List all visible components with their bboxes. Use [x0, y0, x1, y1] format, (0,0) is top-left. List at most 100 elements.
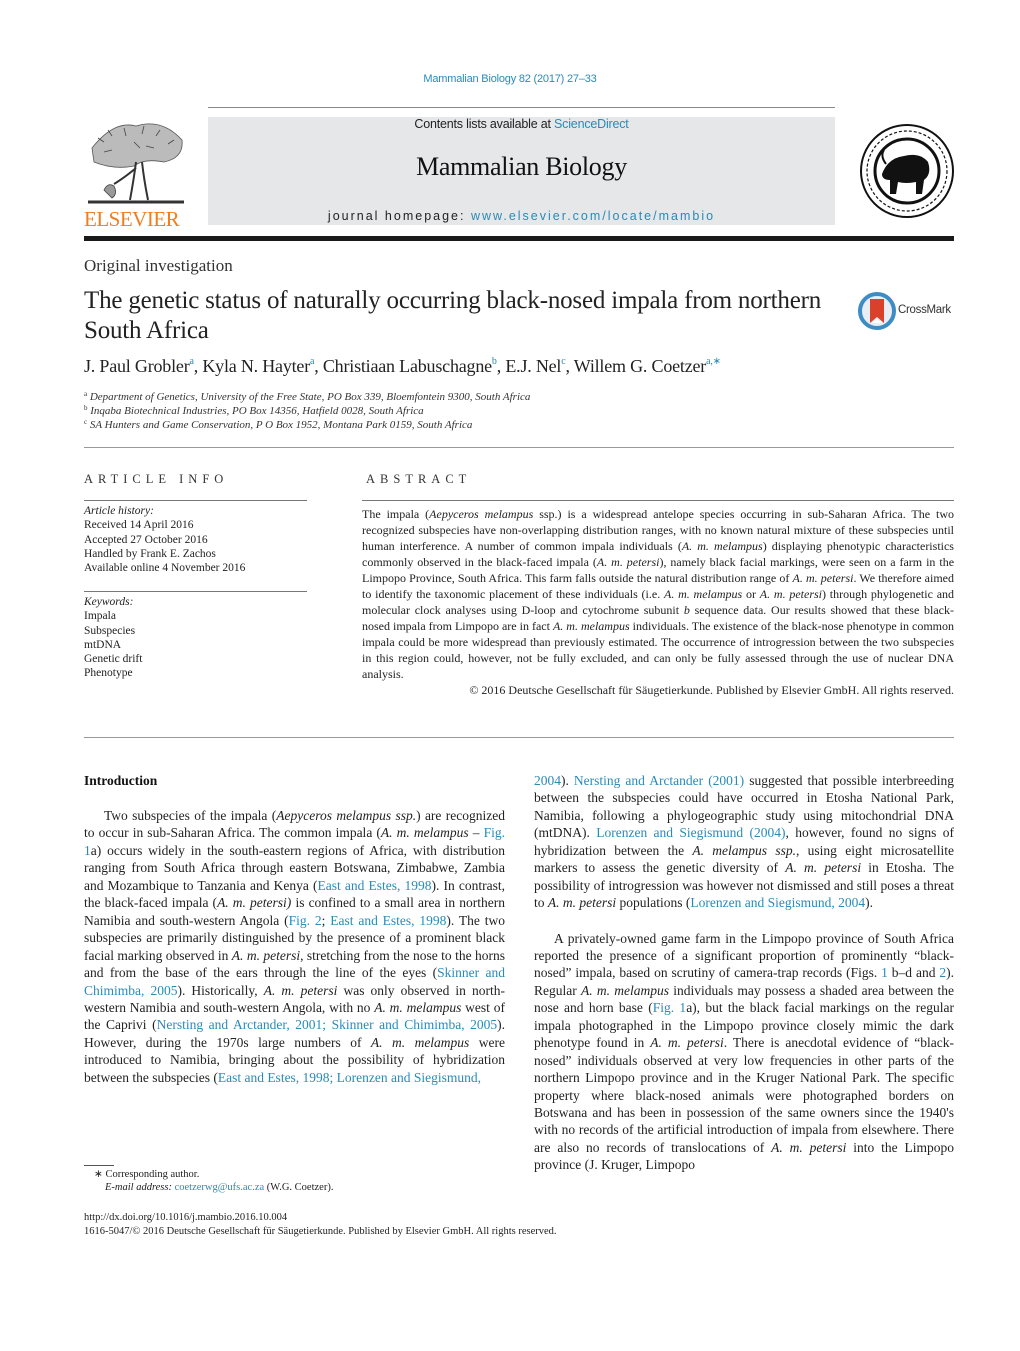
reference-link[interactable]: 1: [881, 965, 888, 980]
italic-term: A. m. petersi: [650, 1035, 724, 1051]
reference-link[interactable]: Nersting and Arctander (2001): [574, 773, 744, 788]
contents-prefix: Contents lists available at: [414, 117, 555, 131]
doi-link[interactable]: http://dx.doi.org/10.1016/j.mambio.2016.…: [84, 1212, 287, 1223]
homepage-prefix: journal homepage:: [327, 209, 471, 223]
article-info-heading: ARTICLE INFO: [84, 472, 229, 486]
italic-term: Aepyceros melampus ssp.: [276, 808, 417, 823]
abstract-copyright: © 2016 Deutsche Gesellschaft für Säugeti…: [469, 683, 954, 697]
history-item: Available online 4 November 2016: [84, 562, 246, 575]
affiliation-sup: b: [84, 404, 88, 412]
affiliation-sup: c: [84, 418, 88, 426]
italic-term: A. m. petersi: [263, 982, 338, 998]
header-thick-rule: [84, 236, 954, 241]
keyword: Subspecies: [84, 624, 136, 637]
journal-name: Mammalian Biology: [416, 152, 627, 181]
affiliation-text: SA Hunters and Game Conservation, P O Bo…: [89, 419, 473, 431]
affiliation-sup: a: [84, 390, 88, 398]
history-item: Received 14 April 2016: [84, 519, 194, 532]
italic-term: A. m. petersi): [217, 895, 292, 911]
reference-link[interactable]: Fig. 1: [653, 1000, 686, 1015]
elsevier-wordmark: ELSEVIER: [84, 207, 180, 231]
italic-term: A. melampus ssp.: [692, 842, 796, 858]
sciencedirect-link[interactable]: ScienceDirect: [554, 117, 629, 131]
italic-term: A. m. petersi: [771, 1139, 847, 1155]
crossmark-label: CrossMark: [898, 304, 951, 316]
reference-link[interactable]: Fig. 2: [289, 913, 322, 928]
author-name[interactable]: E.J. Nel: [505, 356, 561, 376]
intro-paragraph-2: A privately-owned game farm in the Limpo…: [534, 930, 954, 1174]
email-suffix: (W.G. Coetzer).: [264, 1182, 334, 1193]
author-separator: ,: [565, 356, 574, 376]
article-type: Original investigation: [84, 256, 233, 275]
author[interactable]: Christiaan Labuschagneb,: [323, 356, 505, 376]
keywords-label: Keywords:: [84, 596, 134, 608]
italic-term: A. m. melampus: [663, 587, 743, 601]
author[interactable]: Kyla N. Haytera,: [202, 356, 323, 376]
text-run: ;: [321, 912, 331, 928]
divider: [84, 737, 954, 738]
intro-paragraph-1-continued: 2004). Nersting and Arctander (2001) sug…: [534, 772, 954, 912]
text-run: ).: [561, 773, 574, 788]
contents-line: Contents lists available at ScienceDirec…: [208, 117, 835, 131]
seal-icon: [860, 124, 954, 218]
reference-link[interactable]: Lorenzen and Siegismund (2004): [596, 825, 785, 840]
divider: [84, 591, 307, 592]
corresponding-text: Corresponding author.: [105, 1169, 200, 1180]
keyword: Impala: [84, 610, 116, 623]
text-run: ). Historically,: [177, 982, 264, 998]
text-run: –: [468, 825, 484, 841]
italic-term: A. m. melampus: [380, 825, 469, 841]
italic-term: A. m. melampus: [681, 539, 763, 553]
issn-copyright: 1616-5047/© 2016 Deutsche Gesellschaft f…: [84, 1226, 557, 1237]
italic-term: A. m. petersi: [785, 860, 862, 876]
author[interactable]: Willem G. Coetzera,∗: [574, 356, 721, 376]
text-run: . There is anecdotal evidence of “black-…: [534, 1035, 954, 1155]
author[interactable]: J. Paul Groblera,: [84, 356, 202, 376]
italic-term: A. m. melampus: [580, 982, 669, 998]
italic-term: A. m. petersi: [792, 571, 854, 585]
abstract-text: The impala (Aepyceros melampus ssp.) is …: [362, 507, 954, 681]
homepage-link[interactable]: www.elsevier.com/locate/mambio: [471, 209, 715, 223]
reference-link[interactable]: East and Estes, 1998: [330, 913, 446, 928]
crossmark-icon: [858, 292, 896, 330]
affiliation-marker[interactable]: a,∗: [706, 356, 721, 367]
reference-link[interactable]: East and Estes, 1998; Lorenzen and Siegi…: [218, 1070, 481, 1085]
history-label: Article history:: [84, 505, 154, 517]
keyword: mtDNA: [84, 638, 122, 651]
reference-link[interactable]: 2004: [534, 773, 561, 788]
corresponding-author-note: ∗ Corresponding author.: [94, 1168, 199, 1180]
article-history: Article history: Received 14 April 2016 …: [84, 504, 245, 575]
text-run: b–d and: [887, 965, 940, 981]
italic-term: A. m. petersi: [231, 947, 301, 963]
author[interactable]: E.J. Nelc,: [505, 356, 573, 376]
italic-term: A. m. petersi: [759, 587, 823, 601]
affiliation: a Department of Genetics, University of …: [84, 390, 530, 403]
italic-term: A. m. petersi: [547, 895, 617, 911]
reference-link[interactable]: East and Estes, 1998: [318, 878, 432, 893]
keywords: Keywords: Impala Subspecies mtDNA Geneti…: [84, 595, 142, 681]
article-title: The genetic status of naturally occurrin…: [84, 287, 822, 344]
keyword: Genetic drift: [84, 653, 143, 666]
author-name[interactable]: Willem G. Coetzer: [574, 356, 707, 376]
author-name[interactable]: Christiaan Labuschagne: [323, 356, 492, 376]
reference-link[interactable]: Lorenzen and Siegismund, 2004: [690, 895, 865, 910]
email-link[interactable]: coetzerwg@ufs.ac.za: [175, 1182, 265, 1193]
text-run: or: [742, 587, 760, 601]
society-seal-logo: [858, 122, 956, 220]
history-item: Handled by Frank E. Zachos: [84, 547, 216, 560]
keyword: Phenotype: [84, 667, 133, 680]
email-label: E-mail address:: [105, 1182, 175, 1193]
abstract-heading: ABSTRACT: [366, 472, 472, 486]
reference-link[interactable]: Nersting and Arctander, 2001; Skinner an…: [157, 1017, 498, 1032]
crossmark-button[interactable]: CrossMark: [858, 292, 958, 330]
author-name[interactable]: J. Paul Grobler: [84, 356, 190, 376]
text-run: The impala (: [362, 507, 430, 521]
text-run: populations (: [616, 895, 691, 911]
footnote-marker: ∗: [94, 1169, 103, 1180]
author-separator: ,: [314, 356, 323, 376]
journal-citation[interactable]: Mammalian Biology 82 (2017) 27–33: [0, 73, 1020, 85]
history-item: Accepted 27 October 2016: [84, 533, 208, 546]
text-run: Two subspecies of the impala (: [104, 808, 277, 823]
header-rule: [208, 107, 835, 108]
author-name[interactable]: Kyla N. Hayter: [202, 356, 310, 376]
